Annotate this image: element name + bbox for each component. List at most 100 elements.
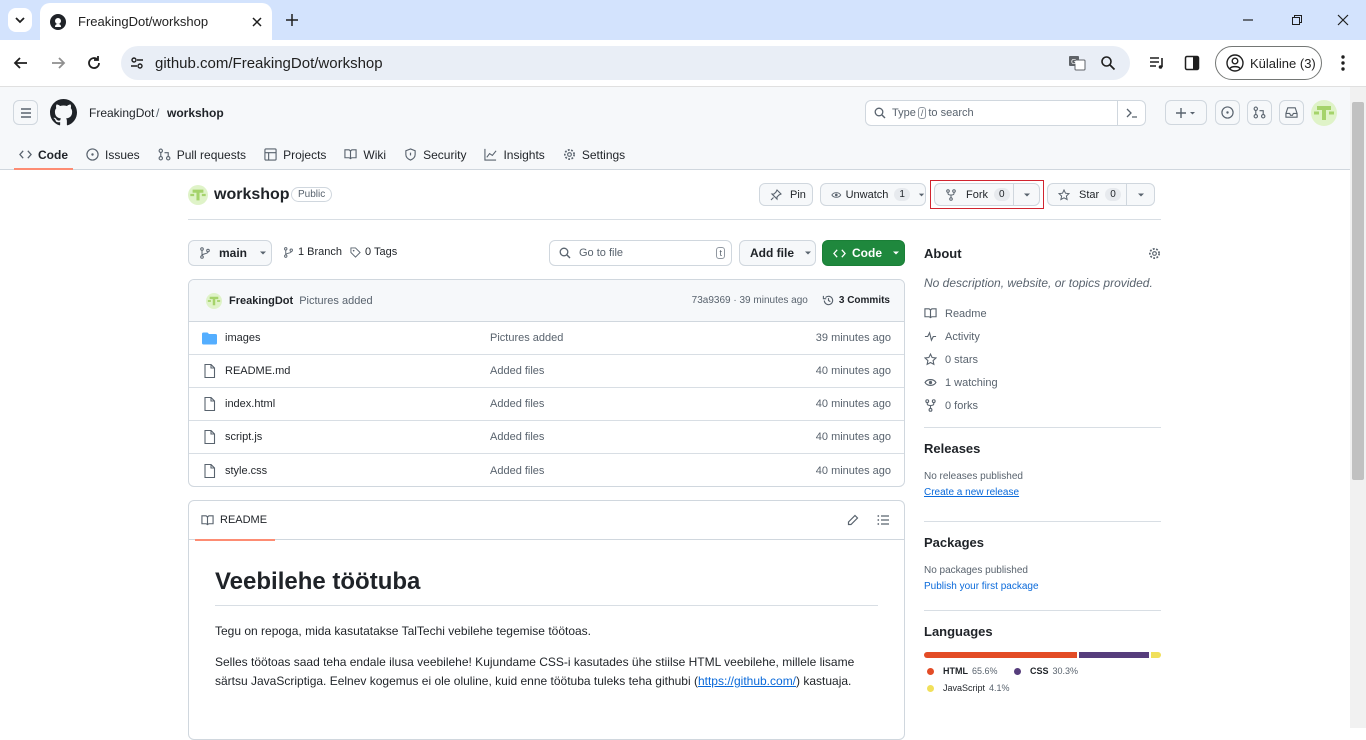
gear-icon[interactable]: [1148, 247, 1161, 260]
star-dropdown-button[interactable]: [1126, 183, 1155, 206]
language-dot: [927, 684, 934, 692]
breadcrumb-owner[interactable]: FreakingDot: [89, 106, 154, 120]
file-commit-message[interactable]: Added files: [490, 365, 816, 377]
address-bar[interactable]: github.com/FreakingDot/workshop G: [121, 46, 1130, 80]
side-panel-icon[interactable]: [1184, 55, 1200, 71]
file-time: 40 minutes ago: [815, 398, 891, 410]
restore-window-icon[interactable]: [1289, 12, 1305, 28]
branch-selector[interactable]: main: [188, 240, 272, 266]
tab-security[interactable]: Security: [395, 139, 475, 170]
tab-issues[interactable]: Issues: [77, 139, 149, 170]
commits-link[interactable]: 3 Commits: [822, 294, 890, 307]
issues-button[interactable]: [1215, 100, 1240, 125]
about-stars-link[interactable]: 0 stars: [924, 348, 1161, 371]
tab-issues-label: Issues: [105, 147, 140, 162]
scrollbar-thumb[interactable]: [1352, 102, 1364, 480]
tab-projects[interactable]: Projects: [255, 139, 335, 170]
tab-pull-requests[interactable]: Pull requests: [149, 139, 255, 170]
fork-dropdown-button[interactable]: [1013, 183, 1040, 206]
tab-code-label: Code: [38, 147, 68, 162]
minimize-window-icon[interactable]: [1240, 12, 1256, 28]
media-controls-icon[interactable]: [1149, 55, 1165, 71]
code-button[interactable]: Code: [822, 240, 905, 266]
tab-insights[interactable]: Insights: [475, 139, 553, 170]
hamburger-menu-button[interactable]: [13, 100, 38, 125]
file-row[interactable]: README.md Added files 40 minutes ago: [189, 355, 904, 388]
tag-count-link[interactable]: 0 Tags: [350, 246, 397, 258]
tab-search-button[interactable]: [8, 8, 32, 32]
create-release-link[interactable]: Create a new release: [924, 487, 1019, 498]
command-palette-icon[interactable]: [1117, 100, 1145, 126]
browser-menu-icon[interactable]: [1336, 54, 1350, 72]
pull-requests-button[interactable]: [1247, 100, 1272, 125]
about-readme-link[interactable]: Readme: [924, 302, 1161, 325]
releases-title[interactable]: Releases: [924, 441, 1161, 456]
unwatch-button[interactable]: Unwatch 1: [820, 183, 926, 206]
file-row[interactable]: style.css Added files 40 minutes ago: [189, 454, 904, 486]
inbox-button[interactable]: [1279, 100, 1304, 125]
file-row[interactable]: index.html Added files 40 minutes ago: [189, 388, 904, 421]
fork-button[interactable]: Fork 0: [934, 183, 1014, 206]
fork-icon: [946, 188, 956, 201]
file-commit-message[interactable]: Added files: [490, 431, 816, 443]
file-row[interactable]: script.js Added files 40 minutes ago: [189, 421, 904, 454]
repo-sidebar: About No description, website, or topics…: [924, 240, 1161, 693]
add-file-button[interactable]: Add file: [739, 240, 816, 266]
tab-settings[interactable]: Settings: [554, 139, 634, 170]
create-new-button[interactable]: [1165, 100, 1207, 125]
close-window-icon[interactable]: [1335, 12, 1351, 28]
file-commit-message[interactable]: Added files: [490, 465, 816, 477]
site-settings-icon[interactable]: [129, 55, 145, 71]
commit-author-avatar[interactable]: [206, 292, 222, 309]
language-item-javascript[interactable]: JavaScript 4.1%: [924, 683, 1044, 693]
profile-button[interactable]: Külaline (3): [1215, 46, 1322, 80]
readme-tab[interactable]: README: [195, 501, 276, 541]
back-arrow-icon[interactable]: [12, 54, 30, 72]
pin-icon: [770, 188, 782, 200]
file-name[interactable]: README.md: [225, 365, 490, 377]
language-item-html[interactable]: HTML 65.6%: [924, 666, 1014, 676]
zoom-icon[interactable]: [1100, 55, 1116, 71]
breadcrumb-repo[interactable]: workshop: [167, 106, 224, 120]
pin-button[interactable]: Pin: [759, 183, 813, 206]
translate-icon[interactable]: G: [1068, 54, 1086, 72]
branch-count-link[interactable]: 1 Branch: [283, 246, 342, 258]
file-commit-message[interactable]: Added files: [490, 398, 816, 410]
new-tab-button[interactable]: [282, 10, 302, 30]
github-link[interactable]: https://github.com/: [698, 674, 796, 688]
edit-pencil-icon[interactable]: [847, 514, 859, 526]
branch-name: main: [219, 246, 248, 260]
close-tab-icon[interactable]: [252, 16, 262, 27]
packages-title[interactable]: Packages: [924, 535, 1161, 550]
tab-wiki[interactable]: Wiki: [335, 139, 395, 170]
reload-icon[interactable]: [85, 54, 103, 72]
search-input[interactable]: Type / to search: [865, 100, 1146, 126]
publish-package-link[interactable]: Publish your first package: [924, 581, 1039, 592]
language-name: CSS: [1030, 666, 1049, 676]
readme-tab-label: README: [220, 514, 268, 526]
file-row[interactable]: images Pictures added 39 minutes ago: [189, 322, 904, 355]
browser-tab[interactable]: FreakingDot/workshop: [40, 3, 272, 40]
about-activity-link[interactable]: Activity: [924, 325, 1161, 348]
commit-message[interactable]: Pictures added: [299, 295, 691, 307]
go-to-file-input[interactable]: Go to file t: [549, 240, 732, 266]
file-commit-message[interactable]: Pictures added: [490, 332, 816, 344]
about-watching-link[interactable]: 1 watching: [924, 371, 1161, 394]
repo-title[interactable]: workshop: [214, 186, 290, 204]
commit-author[interactable]: FreakingDot: [229, 295, 293, 307]
file-name[interactable]: images: [225, 332, 490, 344]
file-name[interactable]: script.js: [225, 431, 490, 443]
github-logo-icon[interactable]: [50, 99, 77, 126]
language-item-css[interactable]: CSS 30.3%: [1014, 666, 1134, 676]
forward-arrow-icon[interactable]: [49, 54, 67, 72]
outline-list-icon[interactable]: [877, 514, 890, 526]
tab-code[interactable]: Code: [10, 139, 77, 170]
about-forks-link[interactable]: 0 forks: [924, 394, 1161, 417]
file-name[interactable]: style.css: [225, 465, 490, 477]
star-button[interactable]: Star 0: [1047, 183, 1127, 206]
file-name[interactable]: index.html: [225, 398, 490, 410]
user-avatar[interactable]: [1311, 100, 1337, 126]
url-text[interactable]: github.com/FreakingDot/workshop: [155, 55, 1068, 72]
tag-icon: [350, 246, 361, 258]
commit-hash-time[interactable]: 73a9369 · 39 minutes ago: [692, 295, 808, 306]
